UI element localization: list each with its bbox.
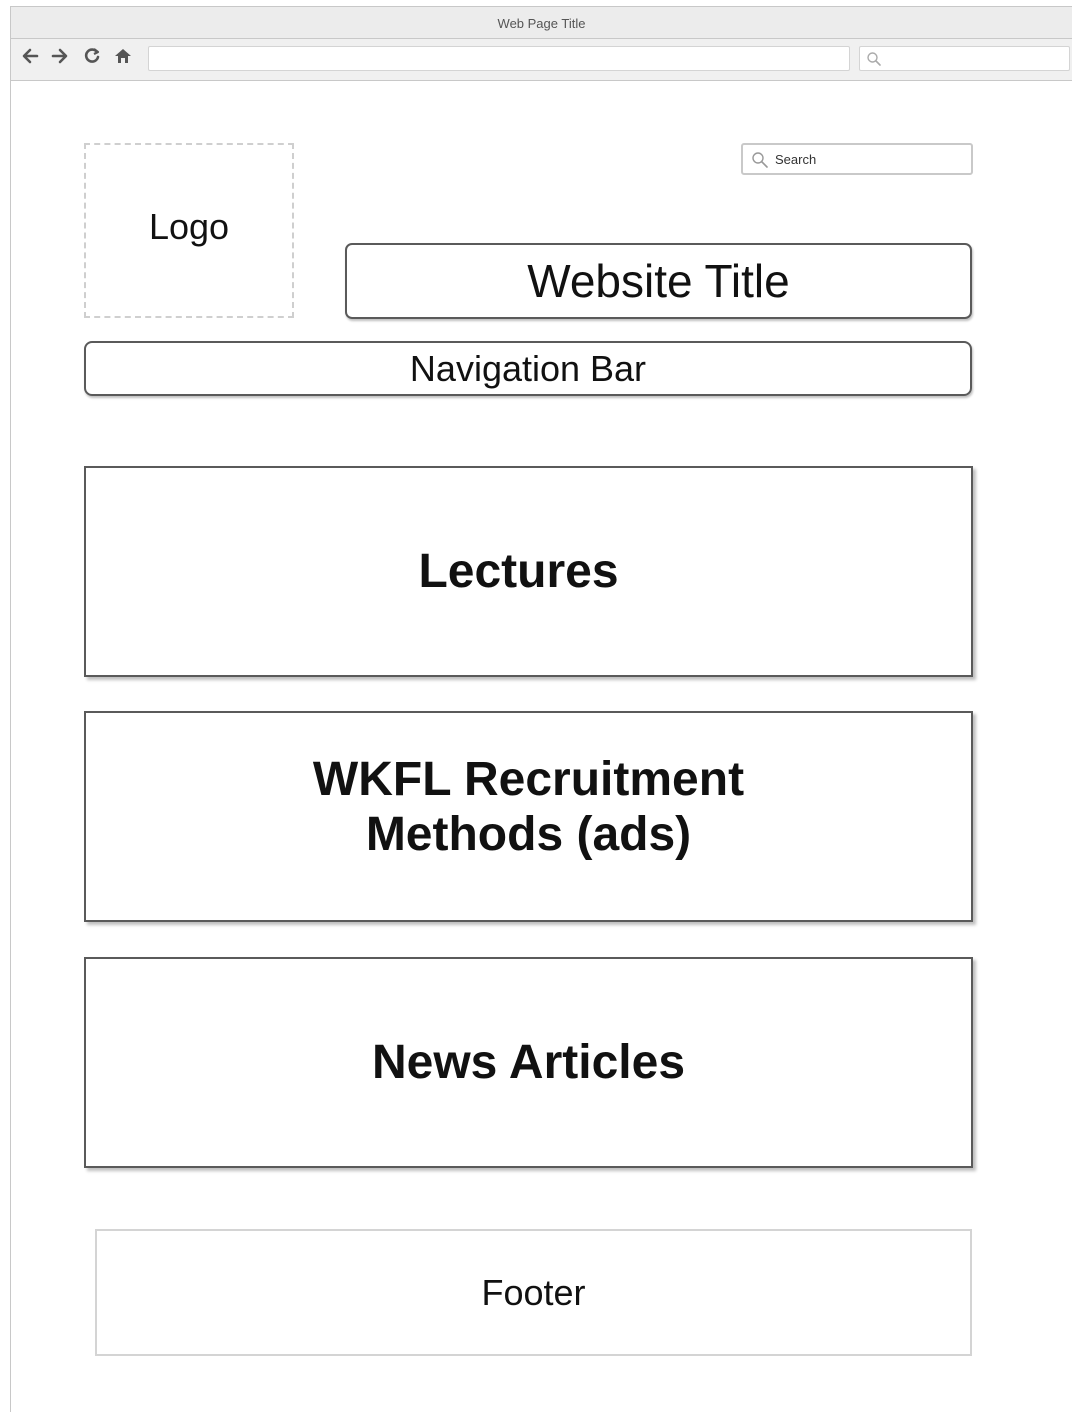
lectures-label: Lectures <box>418 545 619 598</box>
back-arrow-icon[interactable] <box>19 47 41 69</box>
forward-arrow-icon[interactable] <box>49 47 71 69</box>
news-articles-section[interactable]: News Articles <box>84 957 973 1168</box>
news-articles-label: News Articles <box>371 1036 686 1089</box>
recruitment-label-line2: Methods (ads) <box>365 807 692 861</box>
navigation-bar[interactable]: Navigation Bar <box>84 341 972 396</box>
search-icon <box>752 152 768 168</box>
search-input[interactable] <box>775 148 965 170</box>
recruitment-methods-section[interactable]: WKFL Recruitment Methods (ads) <box>84 711 973 922</box>
browser-toolbar <box>11 39 1072 81</box>
recruitment-label: WKFL Recruitment Methods (ads) <box>313 752 744 862</box>
navigation-bar-label: Navigation Bar <box>409 347 647 389</box>
reload-icon[interactable] <box>81 47 103 69</box>
browser-search-field[interactable] <box>859 46 1070 71</box>
search-icon <box>867 52 881 66</box>
website-title: Website Title <box>527 255 790 307</box>
recruitment-label-line1: WKFL Recruitment <box>312 752 745 806</box>
window-title: Web Page Title <box>497 16 586 31</box>
window-titlebar: Web Page Title <box>11 7 1072 39</box>
footer-label: Footer <box>481 1271 586 1313</box>
home-icon[interactable] <box>112 47 134 69</box>
site-search-box[interactable] <box>741 143 973 175</box>
wireframe-page: Web Page Title Logo We <box>0 0 1072 1412</box>
lectures-section[interactable]: Lectures <box>84 466 973 677</box>
logo-placeholder[interactable]: Logo <box>84 143 294 318</box>
address-bar[interactable] <box>148 46 850 71</box>
website-title-box: Website Title <box>345 243 972 319</box>
footer: Footer <box>95 1229 972 1356</box>
logo-label: Logo <box>148 205 230 247</box>
